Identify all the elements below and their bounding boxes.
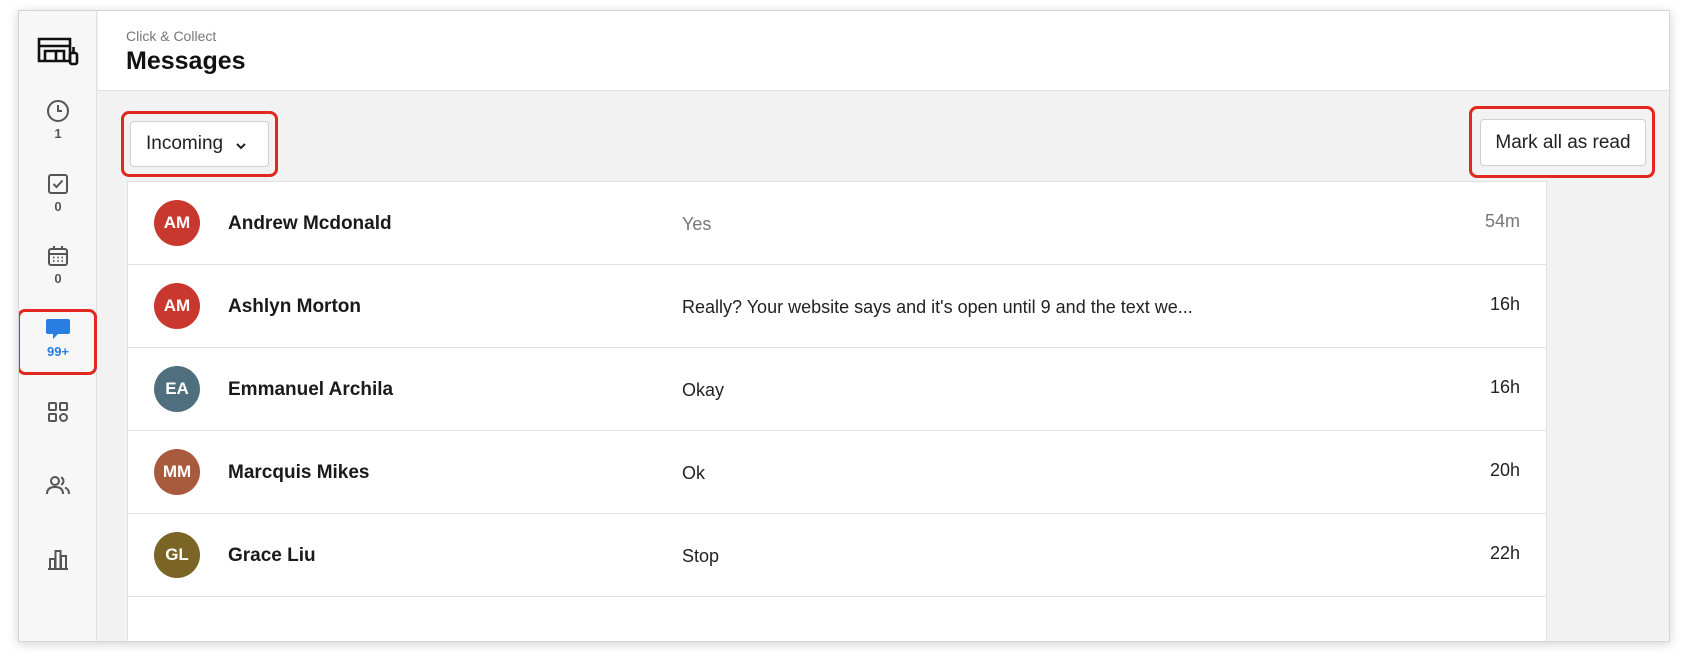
sidebar-item-count: 0 bbox=[54, 271, 62, 286]
avatar: EA bbox=[154, 366, 200, 412]
sender-name: Andrew Mcdonald bbox=[228, 213, 392, 234]
sender-name: Emmanuel Archila bbox=[228, 379, 394, 400]
highlight-box: Incoming bbox=[121, 111, 278, 177]
breadcrumb[interactable]: Click & Collect bbox=[126, 28, 216, 44]
sidebar-item-count: 0 bbox=[54, 199, 62, 214]
message-preview: Stop bbox=[682, 546, 720, 566]
sidebar-item-history[interactable]: 1 bbox=[19, 99, 97, 141]
message-time: 54m bbox=[1484, 211, 1520, 231]
message-preview: Okay bbox=[682, 380, 725, 400]
avatar: AM bbox=[154, 283, 200, 329]
message-time: 16h bbox=[1489, 377, 1520, 397]
message-time: 20h bbox=[1489, 460, 1520, 480]
list-item[interactable]: AM Ashlyn Morton Really? Your website sa… bbox=[128, 265, 1546, 348]
sidebar-item-reports[interactable] bbox=[19, 547, 97, 571]
message-time: 22h bbox=[1489, 543, 1520, 563]
mark-all-read-button[interactable]: Mark all as read bbox=[1480, 119, 1646, 166]
calendar-icon bbox=[46, 244, 70, 268]
sender-name: Ashlyn Morton bbox=[228, 296, 361, 317]
page-title: Messages bbox=[126, 47, 246, 75]
grid-apps-icon bbox=[46, 400, 70, 424]
sidebar: 1 0 0 99+ bbox=[19, 11, 97, 641]
list-item[interactable]: MM Marcquis Mikes Ok 20h bbox=[128, 431, 1546, 514]
message-preview: Really? Your website says and it's open … bbox=[682, 297, 1193, 317]
filter-dropdown-label: Incoming bbox=[146, 133, 224, 154]
highlight-box: Mark all as read bbox=[1469, 106, 1655, 178]
message-preview: Ok bbox=[682, 463, 706, 483]
highlight-box bbox=[19, 309, 97, 375]
chevron-down-icon bbox=[235, 134, 247, 156]
sidebar-item-messages[interactable]: 99+ bbox=[19, 309, 97, 375]
avatar: MM bbox=[154, 449, 200, 495]
list-item[interactable]: EA Emmanuel Archila Okay 16h bbox=[128, 348, 1546, 431]
sender-name: Marcquis Mikes bbox=[228, 462, 370, 483]
bar-chart-icon bbox=[46, 547, 70, 571]
app-window: 1 0 0 99+ Click & Collect Messages Incom… bbox=[18, 10, 1670, 642]
checkbox-icon bbox=[46, 172, 70, 196]
sidebar-item-apps[interactable] bbox=[19, 400, 97, 424]
clock-icon bbox=[46, 99, 70, 123]
message-preview: Yes bbox=[682, 214, 712, 234]
storefront-logo-icon[interactable] bbox=[36, 35, 80, 69]
sidebar-item-count: 1 bbox=[54, 126, 62, 141]
filter-dropdown[interactable]: Incoming bbox=[130, 121, 269, 167]
people-icon bbox=[45, 473, 71, 497]
avatar: GL bbox=[154, 532, 200, 578]
avatar: AM bbox=[154, 200, 200, 246]
list-item[interactable]: AM Andrew Mcdonald Yes 54m bbox=[128, 182, 1546, 265]
sidebar-item-calendar[interactable]: 0 bbox=[19, 244, 97, 286]
message-time: 16h bbox=[1489, 294, 1520, 314]
sidebar-item-tasks[interactable]: 0 bbox=[19, 172, 97, 214]
message-list: AM Andrew Mcdonald Yes 54m AM Ashlyn Mor… bbox=[127, 181, 1547, 641]
list-item[interactable]: GL Grace Liu Stop 22h bbox=[128, 514, 1546, 597]
page-header: Click & Collect Messages bbox=[98, 11, 1669, 91]
sidebar-item-customers[interactable] bbox=[19, 473, 97, 497]
sender-name: Grace Liu bbox=[228, 545, 316, 566]
